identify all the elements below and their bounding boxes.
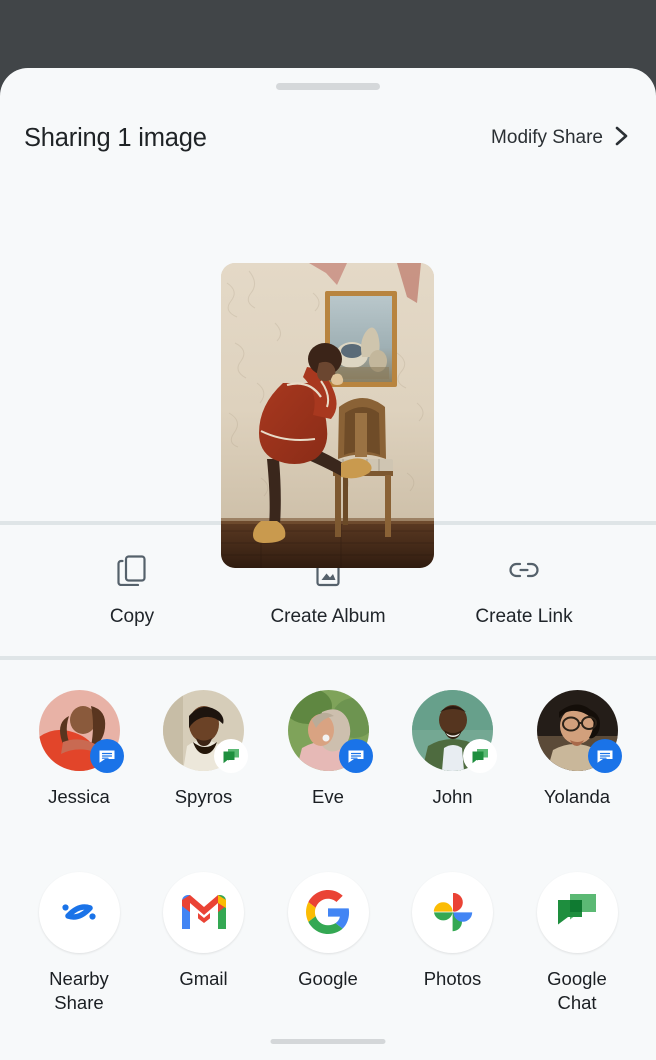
app-nearby-share[interactable]: Nearby Share <box>28 871 130 1016</box>
contact-jessica[interactable]: Jessica <box>28 690 130 810</box>
shared-image-preview[interactable] <box>221 263 434 568</box>
messages-badge-icon <box>587 739 622 773</box>
contact-label: Jessica <box>48 786 110 807</box>
google-photos-icon <box>412 871 493 953</box>
contact-label: Eve <box>312 786 344 807</box>
share-targets-panel: Jessica Spyros Eve John Yolanda Nearby S… <box>0 660 656 1060</box>
chat-badge-icon <box>214 739 248 773</box>
modify-share-label: Modify Share <box>491 127 603 148</box>
copy-action[interactable]: Copy <box>57 553 207 628</box>
app-google[interactable]: Google <box>277 871 379 1016</box>
chat-badge-icon <box>463 739 497 773</box>
contact-spyros[interactable]: Spyros <box>153 690 255 810</box>
preview-photo <box>221 263 434 568</box>
messages-badge-icon <box>338 739 373 773</box>
contact-label: Yolanda <box>543 786 611 807</box>
preview-thumbnail <box>221 263 434 568</box>
nearby-share-icon <box>38 871 120 953</box>
app-gmail[interactable]: Gmail <box>153 871 255 1016</box>
copy-label: Copy <box>109 606 155 627</box>
contact-label: Spyros <box>174 786 233 807</box>
app-photos[interactable]: Photos <box>402 871 504 1016</box>
google-icon <box>287 871 369 953</box>
avatar-wrap <box>163 690 248 773</box>
share-sheet: Sharing 1 image Modify Share Copy Create… <box>0 68 656 1060</box>
create-album-label: Create Album <box>270 606 386 627</box>
gmail-icon <box>163 871 244 953</box>
drag-handle[interactable] <box>276 83 380 90</box>
app-google-chat[interactable]: Google Chat <box>526 871 628 1016</box>
messages-badge-icon <box>89 739 124 773</box>
modify-share-button[interactable]: Modify Share <box>491 124 630 153</box>
google-chat-icon <box>536 871 618 953</box>
sheet-header: Sharing 1 image Modify Share <box>0 116 656 160</box>
app-label: Google Chat <box>547 967 607 1014</box>
chevron-right-icon <box>614 124 630 153</box>
app-label: Nearby Share <box>49 967 109 1014</box>
app-label: Google <box>298 967 358 989</box>
avatar-wrap <box>38 690 124 773</box>
app-label: Photos <box>423 967 482 989</box>
avatar-wrap <box>412 690 497 773</box>
create-link-action[interactable]: Create Link <box>449 553 599 628</box>
contact-yolanda[interactable]: Yolanda <box>526 690 628 810</box>
contacts-row: Jessica Spyros Eve John Yolanda <box>0 690 656 810</box>
link-icon <box>507 553 541 587</box>
app-label: Gmail <box>179 967 228 989</box>
apps-row: Nearby Share Gmail Google Photos Google … <box>0 871 656 1016</box>
avatar-wrap <box>287 690 373 773</box>
preview-panel: Sharing 1 image Modify Share <box>0 68 656 568</box>
page-title: Sharing 1 image <box>24 123 207 152</box>
contact-john[interactable]: John <box>402 690 504 810</box>
contact-label: John <box>432 786 473 807</box>
home-indicator[interactable] <box>270 1039 386 1044</box>
avatar-wrap <box>536 690 622 773</box>
contact-eve[interactable]: Eve <box>277 690 379 810</box>
create-link-label: Create Link <box>475 606 573 627</box>
copy-icon <box>117 553 147 587</box>
share-sheet-screen: Sharing 1 image Modify Share Copy Create… <box>0 0 656 1060</box>
